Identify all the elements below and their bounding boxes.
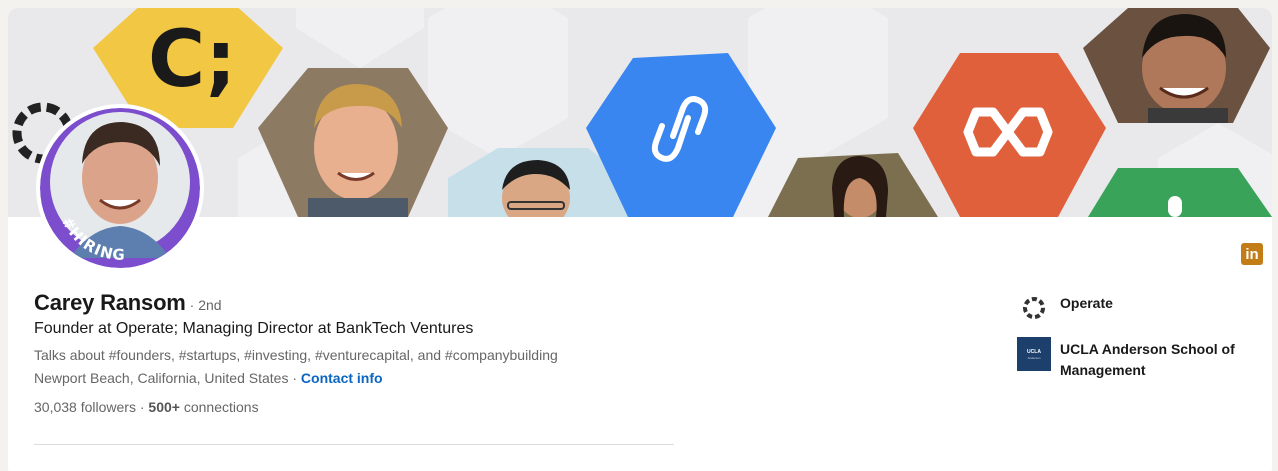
svg-text:C;: C; — [148, 15, 236, 105]
ucla-anderson-logo-icon: UCLA Anderson — [1016, 336, 1052, 372]
avatar-photo: #HIRING — [40, 108, 200, 268]
side-item-label: Operate — [1060, 295, 1113, 311]
connections-count[interactable]: 500+ — [148, 399, 180, 415]
stats-row: 30,038 followers · 500+ connections — [34, 399, 259, 415]
banner-person-3-photo — [832, 156, 888, 217]
location-row: Newport Beach, California, United States… — [34, 370, 383, 386]
side-item-label: UCLA Anderson School of Management — [1060, 341, 1235, 378]
contact-info-link[interactable]: Contact info — [301, 370, 383, 386]
followers-label: followers — [80, 399, 136, 415]
profile-name: Carey Ransom — [34, 290, 186, 315]
profile-location: Newport Beach, California, United States — [34, 370, 289, 386]
profile-headline: Founder at Operate; Managing Director at… — [34, 320, 474, 337]
location-separator: · — [288, 370, 301, 386]
operate-logo-icon — [1016, 290, 1052, 326]
profile-experience-summary: Operate UCLA Anderson UCLA Anderson Scho… — [1016, 290, 1266, 391]
connection-degree: · 2nd — [189, 297, 222, 313]
divider — [34, 444, 674, 445]
banner-person-2-photo — [502, 160, 570, 217]
linkedin-icon[interactable]: in — [1241, 243, 1263, 265]
side-item-operate[interactable]: Operate — [1016, 290, 1266, 326]
profile-avatar[interactable]: #HIRING — [36, 104, 204, 272]
followers-count[interactable]: 30,038 — [34, 399, 77, 415]
name-row: Carey Ransom · 2nd — [34, 290, 222, 316]
connections-separator: · — [135, 399, 149, 415]
profile-card: C; #HIRING in Carey Ransom · 2nd Founder… — [8, 8, 1272, 471]
talks-about: Talks about #founders, #startups, #inves… — [34, 347, 558, 363]
connections-label: connections — [183, 399, 259, 415]
side-item-ucla-anderson[interactable]: UCLA Anderson UCLA Anderson School of Ma… — [1016, 336, 1266, 381]
